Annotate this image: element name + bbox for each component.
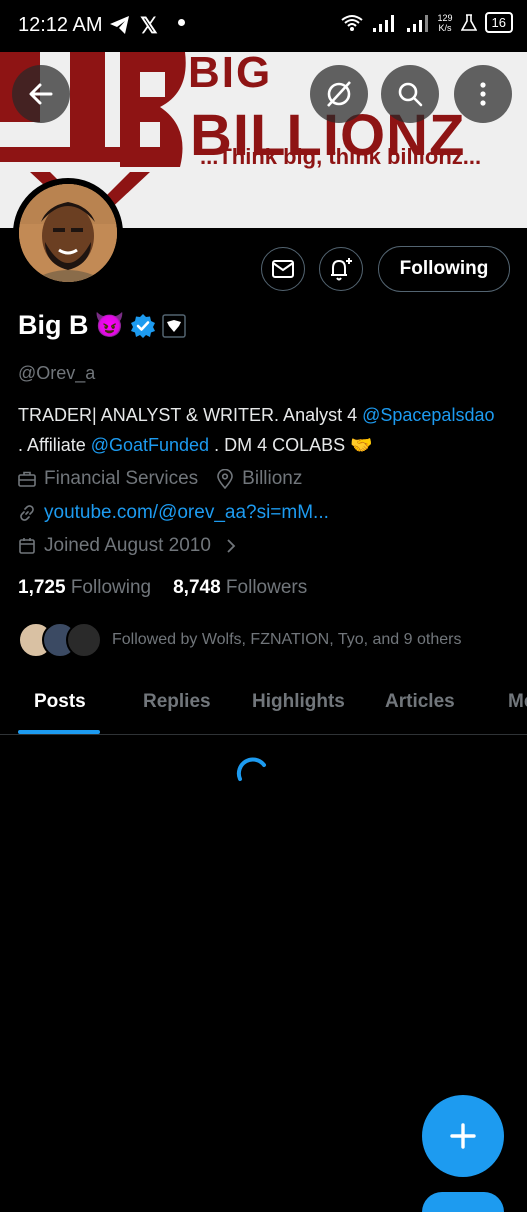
active-tab-indicator [18, 730, 100, 734]
x-icon: 𝕏 [140, 13, 158, 38]
followed-by-text: Followed by Wolfs, FZNATION, Tyo, and 9 … [112, 631, 462, 648]
back-arrow-icon [29, 83, 53, 105]
signal-icon [372, 14, 394, 32]
handshake-emoji: 🤝 [350, 435, 373, 455]
more-options-button[interactable] [454, 65, 512, 123]
tab-replies[interactable]: Replies [143, 691, 211, 713]
profile-location: Billionz [242, 468, 303, 489]
notifications-button[interactable] [319, 247, 363, 291]
followers-label: Followers [225, 577, 308, 598]
network-speed: 129 K/s [438, 13, 453, 33]
bell-plus-icon [331, 258, 352, 281]
status-right-group: 129 K/s 16 [340, 12, 513, 33]
link-icon [20, 505, 34, 521]
following-count: 1,725 [18, 577, 66, 598]
profile-website-row: youtube.com/@orev_aa?si=mM... [18, 502, 329, 524]
chevron-right-icon [227, 539, 236, 553]
profile-category: Financial Services [44, 468, 199, 489]
follower-avatars [18, 622, 102, 658]
bio-text-1: TRADER| ANALYST & WRITER. Analyst 4 [18, 405, 363, 425]
network-speed-value: 129 [437, 12, 453, 23]
profile-joined-date: Joined August 2010 [44, 535, 211, 556]
banner-big-text: BIG [188, 52, 273, 97]
message-button[interactable] [261, 247, 305, 291]
profile-avatar[interactable] [13, 178, 123, 288]
followers-count-link[interactable]: 8,748 Followers [173, 577, 307, 599]
profile-name-row: Big B 😈 [18, 310, 187, 341]
flask-icon [460, 13, 477, 31]
mention-link-spacepalsdao[interactable]: @Spacepalsdao [362, 405, 494, 425]
profile-category-location: Financial Services Billionz [18, 468, 302, 490]
tab-articles[interactable]: Articles [385, 691, 455, 713]
secondary-fab-partial[interactable] [422, 1192, 504, 1212]
network-speed-unit: K/s [438, 22, 452, 33]
battery-icon: 16 [484, 12, 513, 33]
profile-handle: @Orev_a [18, 363, 96, 383]
briefcase-icon [18, 471, 36, 487]
notification-dot [178, 19, 185, 26]
status-bar: 12:12 AM 𝕏 129 K/s 16 [0, 0, 527, 52]
tab-media-partial[interactable]: Me [508, 691, 527, 713]
envelope-icon [272, 260, 294, 278]
profile-bio: TRADER| ANALYST & WRITER. Analyst 4 @Spa… [18, 400, 513, 460]
back-button[interactable] [12, 65, 70, 123]
following-label: Following [70, 577, 152, 598]
grok-button[interactable] [310, 65, 368, 123]
affiliate-badge-icon[interactable] [162, 313, 187, 338]
loading-spinner-icon [236, 757, 266, 781]
devil-emoji: 😈 [94, 312, 125, 339]
following-count-link[interactable]: 1,725 Following [18, 577, 151, 599]
profile-tabs: Posts Replies Highlights Articles Me [0, 676, 527, 735]
avatar-image [19, 184, 117, 282]
follow-counts: 1,725 Following 8,748 Followers [18, 577, 307, 599]
followed-by-row[interactable]: Followed by Wolfs, FZNATION, Tyo, and 9 … [18, 622, 461, 658]
location-pin-icon [217, 469, 233, 489]
verified-badge-icon[interactable] [130, 313, 156, 339]
followers-count: 8,748 [173, 577, 221, 598]
tab-highlights[interactable]: Highlights [252, 691, 345, 713]
bio-text-3: . DM 4 COLABS [209, 435, 351, 455]
status-time: 12:12 AM [18, 14, 103, 36]
profile-joined-row[interactable]: Joined August 2010 [18, 535, 237, 557]
profile-website-link[interactable]: youtube.com/@orev_aa?si=mM... [44, 502, 329, 524]
bio-text-2: . Affiliate [18, 435, 91, 455]
telegram-icon [110, 16, 129, 34]
calendar-icon [19, 538, 35, 554]
more-vertical-icon [480, 82, 486, 106]
banner-tagline: ...Think big, think billionz... [200, 144, 482, 169]
search-icon [398, 82, 423, 107]
profile-name: Big B [18, 310, 89, 340]
following-button[interactable]: Following [378, 246, 510, 292]
grok-icon [327, 81, 351, 107]
search-button[interactable] [381, 65, 439, 123]
signal-icon-2 [406, 14, 428, 32]
compose-post-button[interactable] [422, 1095, 504, 1177]
plus-icon [450, 1123, 476, 1149]
mention-link-goatfunded[interactable]: @GoatFunded [91, 435, 209, 455]
tab-posts[interactable]: Posts [34, 691, 86, 713]
wifi-icon [340, 14, 363, 31]
follower-avatar-3 [66, 622, 102, 658]
